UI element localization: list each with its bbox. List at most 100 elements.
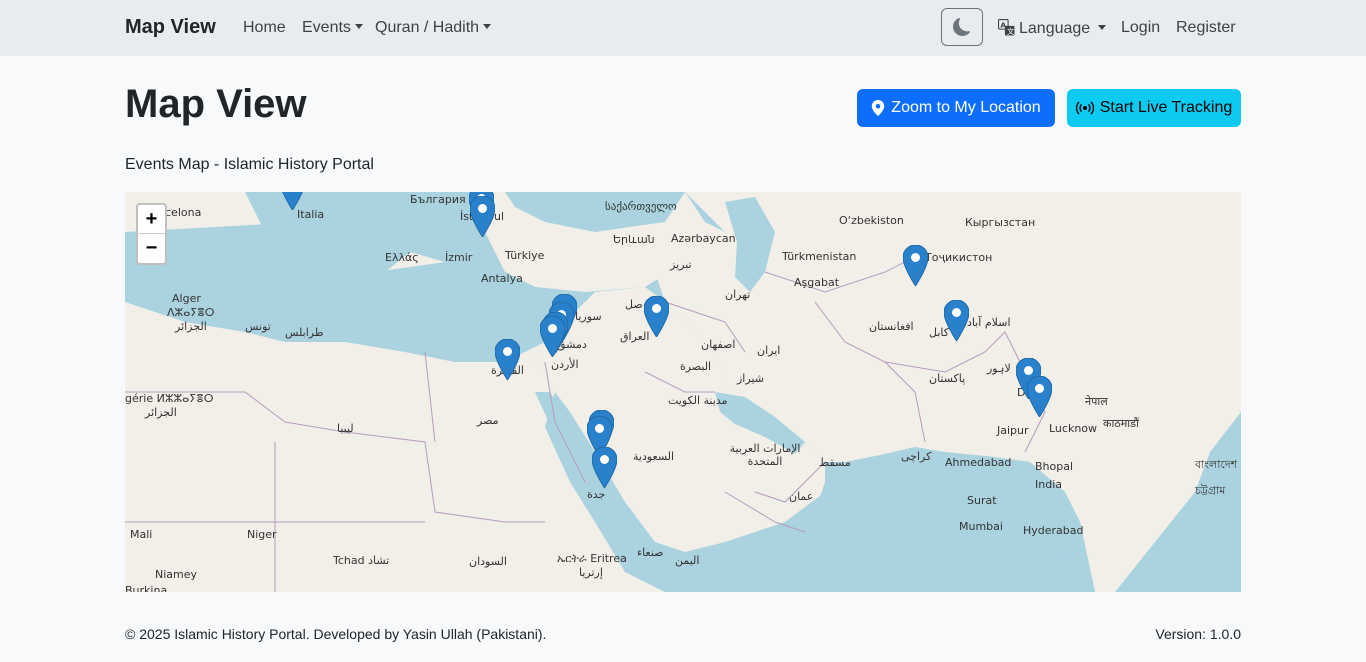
nav-login[interactable]: Login — [1121, 19, 1160, 37]
map-label: مسقط — [819, 456, 851, 469]
map-label: إرتريا — [579, 566, 603, 579]
map-label: افغانستان — [869, 320, 914, 333]
map-label: تونس — [245, 320, 271, 333]
start-live-tracking-label: Start Live Tracking — [1099, 99, 1233, 116]
map-label: Antalya — [481, 272, 523, 285]
map-label: Burkina — [125, 584, 168, 592]
geo-pin-icon — [872, 100, 885, 116]
map-label: Mali — [130, 528, 153, 541]
map-label: السودان — [469, 555, 507, 568]
footer-copyright: © 2025 Islamic History Portal. Developed… — [125, 626, 547, 642]
map-label: Երևան — [613, 233, 655, 246]
map-label: काठमाडौं — [1103, 417, 1139, 430]
footer-version: Version: 1.0.0 — [1155, 626, 1241, 642]
caret-down-icon — [483, 24, 492, 29]
nav-quran-hadith-dropdown[interactable]: Quran / Hadith — [375, 19, 492, 37]
map-label: البصرة — [680, 360, 712, 373]
map-label: India — [1035, 478, 1062, 491]
map-label: الجزائر — [175, 320, 207, 333]
zoom-in-button[interactable]: + — [138, 205, 165, 234]
map-marker-icon[interactable] — [540, 316, 565, 357]
svg-text:文: 文 — [1007, 26, 1015, 36]
map-label: عمان — [789, 490, 814, 503]
nav-home[interactable]: Home — [243, 19, 286, 37]
caret-down-icon — [1098, 25, 1107, 30]
navbar: Map View Home Events Quran / Hadith A 文 La… — [0, 0, 1366, 56]
map-marker-icon[interactable] — [903, 245, 928, 286]
map-marker-icon[interactable] — [592, 447, 617, 488]
map-label: طرابلس — [285, 326, 324, 339]
map-label: नेपाल — [1085, 395, 1108, 408]
nav-language-dropdown[interactable]: A 文 Language — [998, 19, 1107, 38]
map-label: საქართველო — [605, 200, 677, 213]
map-label: Jaipur — [997, 424, 1029, 437]
map-label: Niger — [247, 528, 277, 541]
map-label: الأردن — [551, 358, 579, 371]
map-marker-icon[interactable] — [470, 196, 495, 237]
start-live-tracking-button[interactable]: Start Live Tracking — [1067, 89, 1241, 127]
map-label: اصفهان — [701, 338, 736, 351]
translate-icon: A文 — [998, 19, 1015, 36]
nav-events-dropdown[interactable]: Events — [302, 19, 363, 37]
map-label: Mumbai — [959, 520, 1003, 533]
map-label: ليبيا — [337, 422, 354, 435]
map-marker-icon[interactable] — [495, 339, 520, 380]
page-title: Map View — [125, 82, 307, 126]
moon-icon — [953, 18, 970, 36]
nav-events-label: Events — [302, 19, 351, 36]
nav-language-label: Language — [1019, 20, 1091, 37]
map-subtitle: Events Map - Islamic History Portal — [125, 156, 374, 173]
map-label: تهران — [725, 288, 751, 301]
map-label: celona — [165, 206, 202, 219]
map-label: پاکستان — [929, 372, 966, 385]
map-label: Niamey — [155, 568, 198, 581]
map-label: صنعاء — [637, 546, 664, 559]
navbar-brand[interactable]: Map View — [125, 16, 216, 39]
map-label: مصر — [477, 414, 499, 427]
events-map[interactable]: celona Italia България İstanbul საქართვე… — [125, 192, 1241, 592]
map-label: اسلام آباد — [967, 316, 1011, 329]
map-label: اليمن — [675, 554, 700, 567]
map-label: شیراز — [737, 372, 764, 385]
map-label: السعودية — [633, 450, 675, 463]
map-label: Lucknow — [1049, 422, 1098, 435]
caret-down-icon — [354, 24, 363, 29]
map-label: Türkiye — [505, 249, 545, 262]
map-label: Hyderabad — [1023, 524, 1084, 537]
map-zoom-control: + − — [136, 203, 167, 265]
map-marker-icon[interactable] — [1027, 376, 1052, 417]
map-label: کراچی — [901, 450, 932, 463]
map-label: ⴷⵣⴰⵢⴻⵔ — [167, 306, 215, 319]
map-label: جدة — [587, 488, 606, 501]
map-label: Surat — [967, 494, 997, 507]
map-label: Тоҷикистон — [925, 251, 993, 264]
nav-register[interactable]: Register — [1176, 19, 1236, 37]
map-label: ایران — [757, 344, 781, 357]
map-label: চট্টগ্রাম — [1195, 484, 1226, 497]
zoom-out-button[interactable]: − — [138, 234, 165, 263]
map-marker-icon[interactable] — [280, 192, 305, 210]
theme-toggle-button[interactable] — [941, 8, 983, 46]
map-label: Bhopal — [1035, 460, 1074, 473]
map-label: Azərbaycan — [671, 232, 736, 245]
map-label: Türkmenistan — [782, 250, 857, 263]
map-label: Alger — [172, 292, 201, 305]
map-label: صل — [625, 298, 643, 311]
map-label: مدينة الكويت — [668, 394, 728, 407]
map-label: لاہور — [987, 362, 1011, 375]
map-label: Tchad تشاد — [333, 554, 390, 567]
map-label: gérie ⵍⵣⵣⴰⵢⴻⵔ — [125, 392, 214, 405]
map-label: O‘zbekiston — [839, 214, 904, 227]
zoom-to-location-button[interactable]: Zoom to My Location — [857, 89, 1055, 127]
broadcast-icon — [1075, 101, 1094, 115]
map-label: Aşgabat — [794, 276, 840, 289]
map-label: ኤርትራ Eritrea — [557, 552, 627, 565]
map-marker-icon[interactable] — [944, 300, 969, 341]
map-label: Ελλάς — [385, 251, 419, 264]
map-label: الجزائر — [145, 406, 177, 419]
map-marker-icon[interactable] — [644, 296, 669, 337]
map-label: България — [410, 193, 466, 206]
zoom-to-location-label: Zoom to My Location — [891, 99, 1041, 116]
nav-quran-hadith-label: Quran / Hadith — [375, 19, 480, 36]
map-label: বাংলাদেশ — [1195, 458, 1238, 471]
